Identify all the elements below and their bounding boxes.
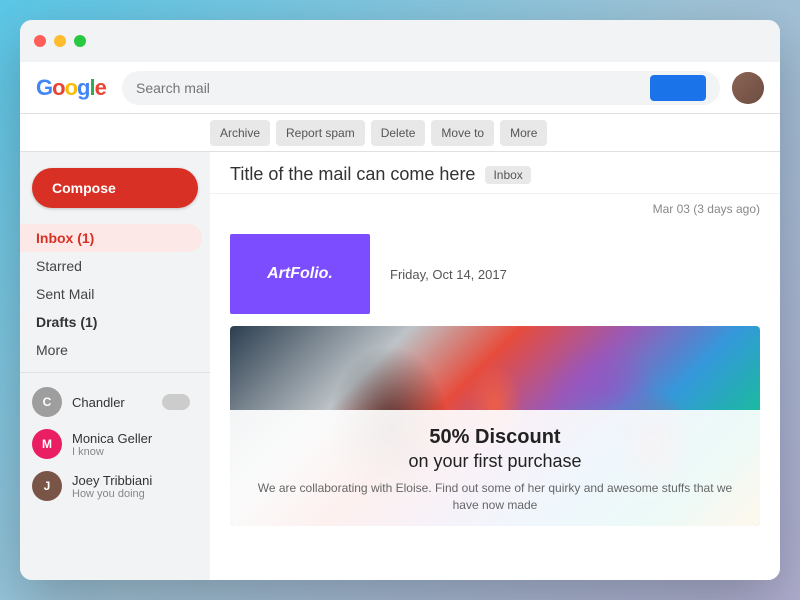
sidebar-item-inbox[interactable]: Inbox (1) (20, 224, 202, 252)
discount-body: We are collaborating with Eloise. Find o… (250, 480, 740, 514)
email-meta: Mar 03 (3 days ago) (210, 194, 780, 224)
sidebar-item-drafts[interactable]: Drafts (1) (20, 308, 202, 336)
title-bar (20, 20, 780, 62)
compose-button[interactable]: Compose (32, 168, 198, 208)
sidebar-item-starred[interactable]: Starred (20, 252, 202, 280)
move-button[interactable]: Move to (431, 120, 494, 146)
app-window: Google Archive Report spam Delete Move t… (20, 20, 780, 580)
artfolio-logo: ArtFolio. (230, 234, 370, 314)
header: Google (20, 62, 780, 114)
email-title: Title of the mail can come here (230, 164, 475, 185)
archive-button[interactable]: Archive (210, 120, 270, 146)
discount-sub: on your first purchase (250, 451, 740, 472)
email-date: Mar 03 (3 days ago) (653, 202, 760, 216)
discount-heading: 50% Discount (250, 426, 740, 449)
toolbar-bar: Archive Report spam Delete Move to More (20, 114, 780, 152)
contact-avatar-joey: J (32, 471, 62, 501)
contact-toggle-chandler[interactable] (162, 394, 190, 410)
email-hero: ArtFolio. Friday, Oct 14, 2017 (210, 224, 780, 314)
contact-chandler[interactable]: C Chandler (20, 381, 202, 423)
more-button[interactable]: More (500, 120, 547, 146)
delete-button[interactable]: Delete (371, 120, 426, 146)
minimize-button[interactable] (54, 35, 66, 47)
contact-joey[interactable]: J Joey Tribbiani How you doing (20, 465, 202, 507)
discount-overlay: 50% Discount on your first purchase We a… (230, 410, 760, 526)
contact-avatar-chandler: C (32, 387, 62, 417)
sidebar-divider (20, 372, 210, 373)
google-logo: Google (36, 75, 106, 101)
email-view: Title of the mail can come here Inbox Ma… (210, 152, 780, 580)
email-badge: Inbox (485, 166, 530, 184)
maximize-button[interactable] (74, 35, 86, 47)
contact-monica[interactable]: M Monica Geller I know (20, 423, 202, 465)
search-bar (122, 71, 720, 105)
email-image-section: 50% Discount on your first purchase We a… (230, 326, 760, 526)
sidebar-item-more[interactable]: More (20, 336, 202, 364)
email-header: Title of the mail can come here Inbox (210, 152, 780, 194)
contact-avatar-monica: M (32, 429, 62, 459)
sidebar-item-sent[interactable]: Sent Mail (20, 280, 202, 308)
close-button[interactable] (34, 35, 46, 47)
spam-button[interactable]: Report spam (276, 120, 365, 146)
sidebar: Compose Inbox (1) Starred Sent Mail Draf… (20, 152, 210, 580)
body: Compose Inbox (1) Starred Sent Mail Draf… (20, 152, 780, 580)
search-button[interactable] (650, 75, 706, 101)
avatar[interactable] (732, 72, 764, 104)
email-sender-date: Friday, Oct 14, 2017 (390, 267, 507, 282)
search-input[interactable] (136, 80, 642, 96)
